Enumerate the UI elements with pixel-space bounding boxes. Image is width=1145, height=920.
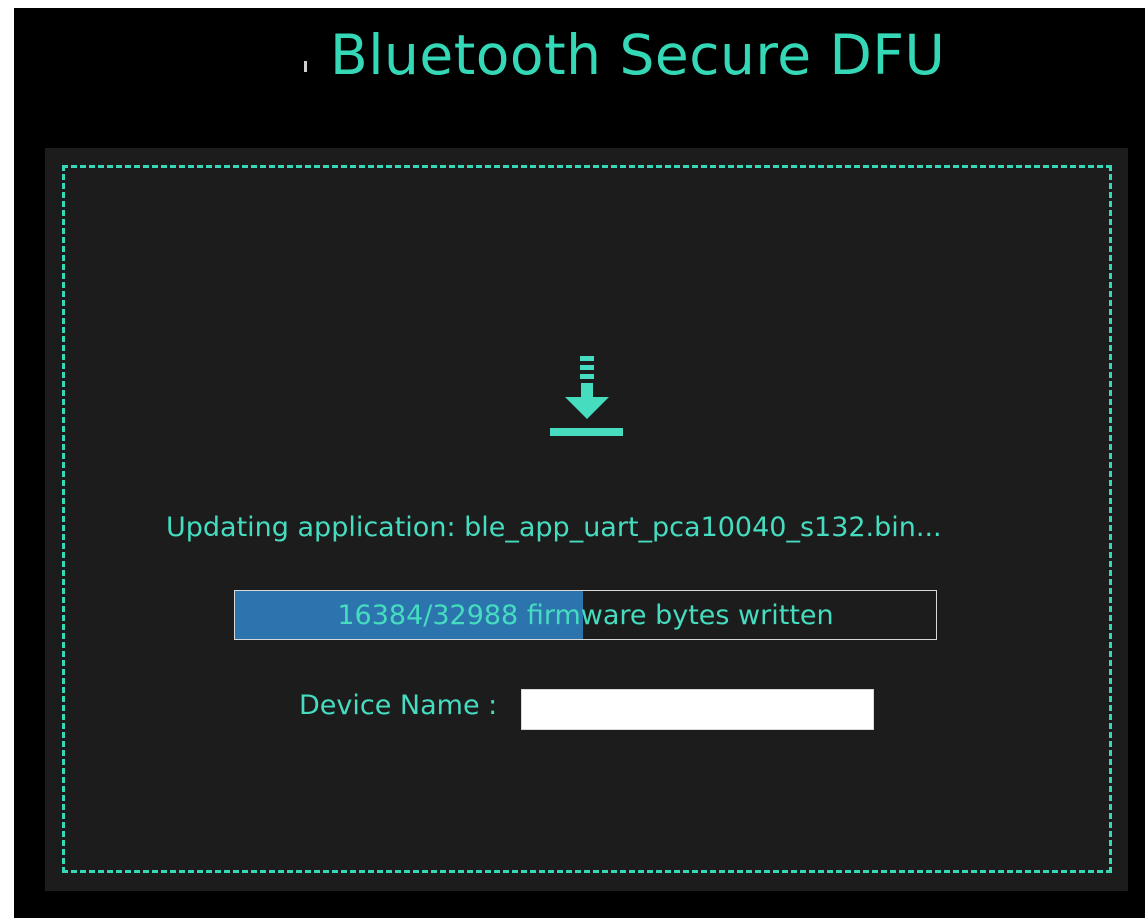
title-marker	[304, 61, 307, 72]
device-name-input[interactable]	[521, 689, 874, 730]
device-name-label: Device Name :	[299, 690, 498, 721]
status-message: Updating application: ble_app_uart_pca10…	[166, 512, 942, 543]
firmware-progress-bar: 16384/32988 firmware bytes written	[234, 590, 937, 640]
progress-text: 16384/32988 firmware bytes written	[337, 599, 834, 631]
download-icon	[550, 356, 623, 436]
page-title: Bluetooth Secure DFU	[330, 23, 946, 87]
